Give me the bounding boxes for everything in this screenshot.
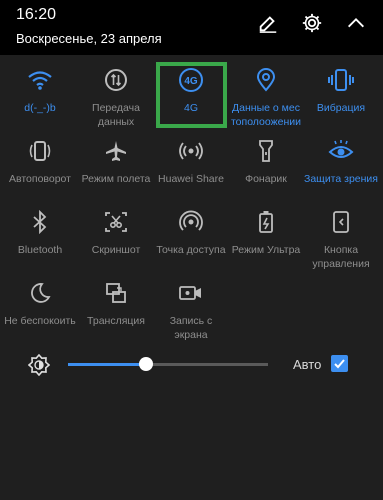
tile-autorotate-label: Автоповорот [9, 173, 71, 185]
tile-location[interactable]: Данные о мес тополоожении [228, 67, 304, 129]
edit-button[interactable] [255, 10, 281, 36]
checkmark-icon [334, 359, 345, 369]
tile-nav-keys[interactable]: Кнопка управления [303, 209, 379, 271]
screenshot-icon [78, 209, 154, 235]
collapse-button[interactable] [343, 10, 369, 36]
tile-ultra[interactable]: Режим Ультра [228, 209, 304, 257]
hotspot-icon [153, 209, 229, 235]
airplane-icon [78, 138, 154, 164]
tile-airplane-label: Режим полета [81, 173, 151, 185]
tile-hotspot[interactable]: Точка доступа [153, 209, 229, 257]
selection-highlight [156, 62, 227, 128]
eye-icon [303, 138, 379, 164]
huawei-share-icon [153, 138, 229, 164]
tile-huawei-share[interactable]: Huawei Share [153, 138, 229, 186]
brightness-slider-thumb[interactable] [139, 357, 153, 371]
flashlight-icon [228, 138, 304, 164]
tile-vibration-label: Вибрация [316, 102, 366, 114]
tile-eye-comfort-label: Защита зрения [304, 173, 378, 185]
tile-cast-label: Трансляция [87, 315, 145, 327]
tile-huawei-share-label: Huawei Share [158, 173, 224, 185]
tile-data-transfer-label: Передача данных [92, 102, 140, 128]
tile-autorotate[interactable]: Автоповорот [2, 138, 78, 186]
tile-nav-keys-label: Кнопка управления [312, 244, 370, 270]
tile-vibration[interactable]: Вибрация [303, 67, 379, 115]
tile-flashlight[interactable]: Фонарик [228, 138, 304, 186]
autorotate-icon [2, 138, 78, 164]
cast-icon [78, 280, 154, 306]
screen-record-icon [153, 280, 229, 306]
brightness-slider[interactable] [68, 363, 268, 366]
date-text: Воскресенье, 23 апреля [16, 31, 162, 46]
tile-bluetooth-label: Bluetooth [17, 244, 63, 256]
auto-brightness-checkbox[interactable] [331, 355, 348, 372]
tile-screenshot-label: Скриншот [91, 244, 141, 256]
tile-cast[interactable]: Трансляция [78, 280, 154, 328]
brightness-icon [27, 353, 51, 381]
moon-icon [2, 280, 78, 306]
tile-dnd[interactable]: Не беспокоить [2, 280, 78, 328]
tile-data-transfer[interactable]: Передача данных [78, 67, 154, 129]
tile-ultra-label: Режим Ультра [231, 244, 301, 256]
auto-brightness-label: Авто [293, 357, 322, 372]
brightness-slider-fill [68, 363, 146, 366]
tile-hotspot-label: Точка доступа [156, 244, 226, 256]
tile-location-label: Данные о мес тополоожении [230, 102, 302, 128]
tile-bluetooth[interactable]: Bluetooth [2, 209, 78, 257]
tile-eye-comfort[interactable]: Защита зрения [303, 138, 379, 186]
status-header: 16:20 Воскресенье, 23 апреля [16, 5, 162, 46]
top-actions [255, 10, 369, 36]
tile-screenshot[interactable]: Скриншот [78, 209, 154, 257]
tile-dnd-label: Не беспокоить [4, 315, 76, 327]
tile-wifi[interactable]: d(-_-)b [2, 67, 78, 115]
tile-screen-record-label: Запись с экрана [169, 315, 213, 341]
gear-icon [302, 13, 322, 33]
pencil-icon [259, 16, 277, 33]
data-transfer-icon [78, 67, 154, 93]
location-pin-icon [228, 67, 304, 93]
wifi-icon [2, 67, 78, 93]
nav-button-icon [303, 209, 379, 235]
clock-time: 16:20 [16, 6, 57, 23]
vibration-icon [303, 67, 379, 93]
settings-button[interactable] [299, 10, 325, 36]
tile-screen-record[interactable]: Запись с экрана [153, 280, 229, 342]
tile-flashlight-label: Фонарик [245, 173, 287, 185]
bluetooth-icon [2, 209, 78, 235]
tile-airplane[interactable]: Режим полета [78, 138, 154, 186]
brightness-row: Авто [0, 350, 383, 380]
tile-wifi-label: d(-_-)b [24, 102, 56, 114]
chevron-up-icon [348, 18, 364, 28]
battery-icon [228, 209, 304, 235]
